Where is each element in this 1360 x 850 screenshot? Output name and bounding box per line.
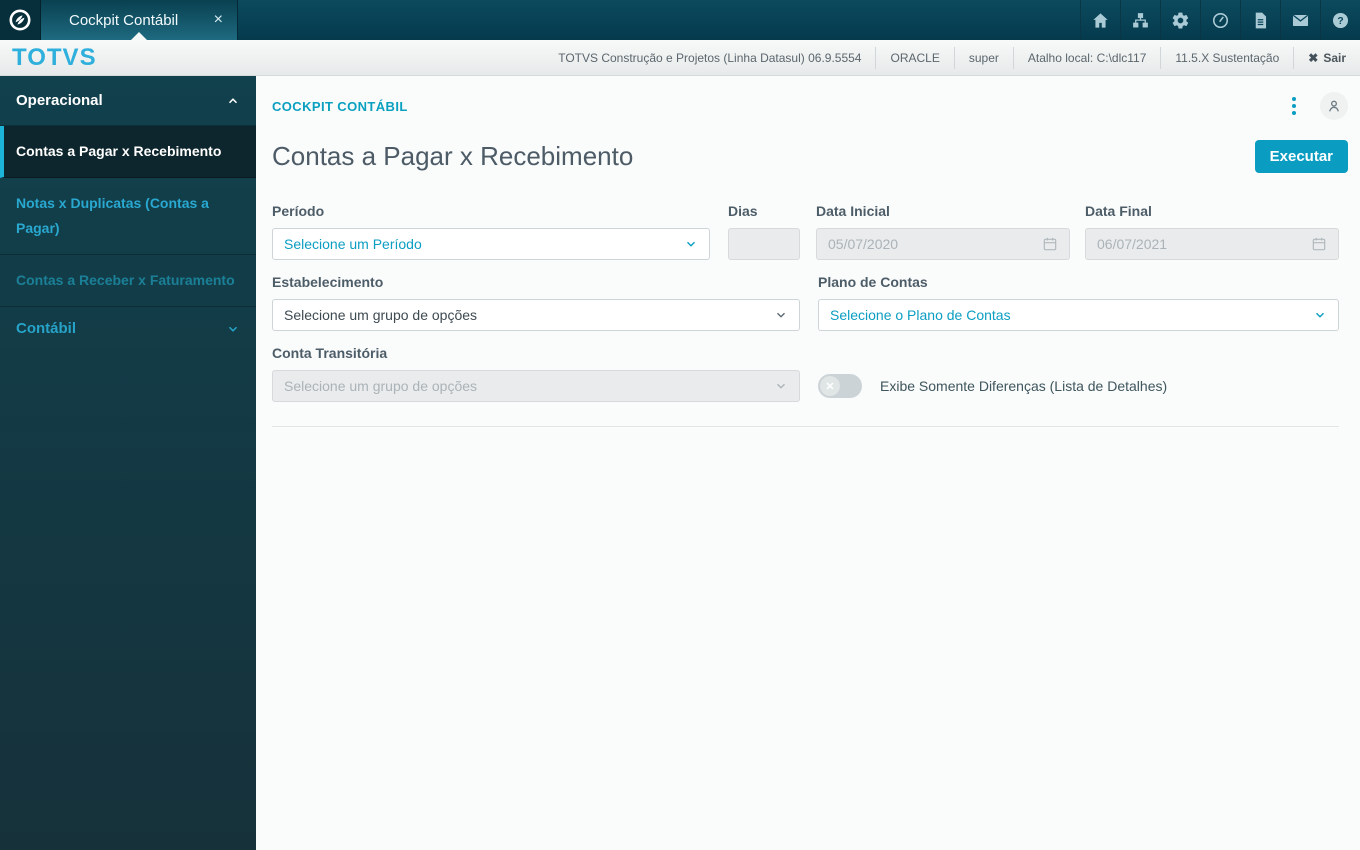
- totvs-logo-icon: [8, 8, 32, 32]
- periodo-label: Período: [272, 203, 325, 219]
- plano-de-contas-value: Selecione o Plano de Contas: [830, 307, 1011, 323]
- sidebar-section-contabil[interactable]: Contábil: [0, 307, 256, 350]
- product-version-label: TOTVS Construção e Projetos (Linha Datas…: [558, 50, 862, 65]
- clock-icon: [1211, 11, 1230, 30]
- data-final-value: 06/07/2021: [1097, 236, 1168, 252]
- kebab-dot: [1292, 97, 1296, 101]
- database-label: ORACLE: [875, 46, 953, 69]
- chevron-down-icon: [774, 308, 788, 322]
- document-icon: [1251, 11, 1270, 30]
- conta-transitoria-select: Selecione um grupo de opções: [272, 370, 800, 402]
- settings-button[interactable]: [1160, 0, 1200, 40]
- conta-transitoria-value: Selecione um grupo de opções: [284, 378, 478, 394]
- dias-label: Dias: [728, 203, 758, 219]
- logout-label: Sair: [1323, 50, 1346, 65]
- periodo-select[interactable]: Selecione um Período: [272, 228, 710, 260]
- tab-cockpit-contabil[interactable]: Cockpit Contábil ×: [41, 0, 238, 40]
- plano-de-contas-label: Plano de Contas: [818, 274, 928, 290]
- breadcrumb: COCKPIT CONTÁBIL: [272, 98, 408, 114]
- help-icon: ?: [1331, 11, 1350, 30]
- shortcut-label: Atalho local: C:\dlc117: [1012, 46, 1161, 69]
- logout-x-icon: ✖: [1308, 50, 1319, 65]
- home-button[interactable]: [1080, 0, 1120, 40]
- chevron-down-icon: [774, 379, 788, 393]
- gear-icon: [1171, 11, 1190, 30]
- tab-close-icon[interactable]: ×: [214, 12, 223, 28]
- chevron-down-icon: [684, 237, 698, 251]
- chevron-down-icon: [1313, 308, 1327, 322]
- dias-input: [728, 228, 800, 260]
- document-button[interactable]: [1240, 0, 1280, 40]
- svg-text:?: ?: [1337, 15, 1343, 26]
- kebab-dot: [1292, 104, 1296, 108]
- toggle-label: Exibe Somente Diferenças (Lista de Detal…: [880, 378, 1168, 394]
- top-bar: Cockpit Contábil × ?: [0, 0, 1360, 40]
- data-final-label: Data Final: [1085, 203, 1152, 219]
- sidebar-item-label: Notas x Duplicatas (Contas a Pagar): [16, 195, 209, 236]
- sidebar-item-label: Contas a Pagar x Recebimento: [16, 143, 222, 159]
- totvs-app-logo[interactable]: [0, 0, 41, 40]
- sitemap-icon: [1131, 11, 1150, 30]
- estabelecimento-value: Selecione um grupo de opções: [284, 307, 478, 323]
- filter-form: Período Selecione um Período Dias Data I…: [256, 173, 1360, 427]
- conta-transitoria-label: Conta Transitória: [272, 345, 388, 361]
- sidebar-menu: Operacional Contas a Pagar x Recebimento…: [0, 76, 256, 850]
- person-icon: [1326, 98, 1342, 114]
- sidebar-section-label: Operacional: [16, 92, 103, 109]
- sidebar-item-notas-x-duplicatas[interactable]: Notas x Duplicatas (Contas a Pagar): [0, 178, 256, 255]
- user-avatar-button[interactable]: [1320, 92, 1348, 120]
- sidebar-item-contas-a-pagar-x-recebimento[interactable]: Contas a Pagar x Recebimento: [0, 126, 256, 178]
- page-title: Contas a Pagar x Recebimento: [272, 141, 634, 171]
- home-icon: [1091, 11, 1110, 30]
- mail-icon: [1291, 11, 1310, 30]
- execute-button[interactable]: Executar: [1254, 140, 1348, 173]
- mail-button[interactable]: [1280, 0, 1320, 40]
- active-tab-notch: [131, 32, 147, 40]
- sitemap-button[interactable]: [1120, 0, 1160, 40]
- toggle-off-x-icon: ✕: [820, 376, 840, 396]
- data-inicial-value: 05/07/2020: [828, 236, 899, 252]
- data-inicial-input: 05/07/2020: [816, 228, 1070, 260]
- sidebar-nav: Contas a Pagar x Recebimento Notas x Dup…: [0, 126, 256, 307]
- user-label: super: [953, 46, 1013, 69]
- data-inicial-label: Data Inicial: [816, 203, 890, 219]
- environment-info-bar: TOTVS TOTVS Construção e Projetos (Linha…: [0, 40, 1360, 76]
- chevron-down-icon: [226, 322, 240, 336]
- totvs-brand-logo: TOTVS: [12, 43, 97, 71]
- help-button[interactable]: ?: [1320, 0, 1360, 40]
- sidebar-item-contas-a-receber-x-faturamento[interactable]: Contas a Receber x Faturamento: [0, 255, 256, 307]
- clock-button[interactable]: [1200, 0, 1240, 40]
- main-content: COCKPIT CONTÁBIL Contas a Pagar x Recebi…: [256, 76, 1360, 850]
- environment-label: 11.5.X Sustentação: [1160, 46, 1293, 69]
- estabelecimento-select[interactable]: Selecione um grupo de opções: [272, 299, 800, 331]
- data-final-input: 06/07/2021: [1085, 228, 1339, 260]
- logout-button[interactable]: ✖ Sair: [1293, 46, 1360, 69]
- kebab-dot: [1292, 111, 1296, 115]
- sidebar-item-label: Contas a Receber x Faturamento: [16, 272, 235, 288]
- exibe-somente-diferencas-toggle[interactable]: ✕: [818, 374, 862, 398]
- calendar-icon: [1042, 236, 1058, 252]
- sidebar-section-label: Contábil: [16, 320, 76, 337]
- tab-title: Cockpit Contábil: [69, 11, 179, 29]
- kebab-menu-button[interactable]: [1284, 93, 1304, 119]
- calendar-icon: [1311, 236, 1327, 252]
- plano-de-contas-select[interactable]: Selecione o Plano de Contas: [818, 299, 1339, 331]
- periodo-value: Selecione um Período: [284, 236, 422, 252]
- chevron-up-icon: [226, 94, 240, 108]
- estabelecimento-label: Estabelecimento: [272, 274, 384, 290]
- section-divider: [272, 426, 1339, 427]
- sidebar-section-operacional[interactable]: Operacional: [0, 76, 256, 126]
